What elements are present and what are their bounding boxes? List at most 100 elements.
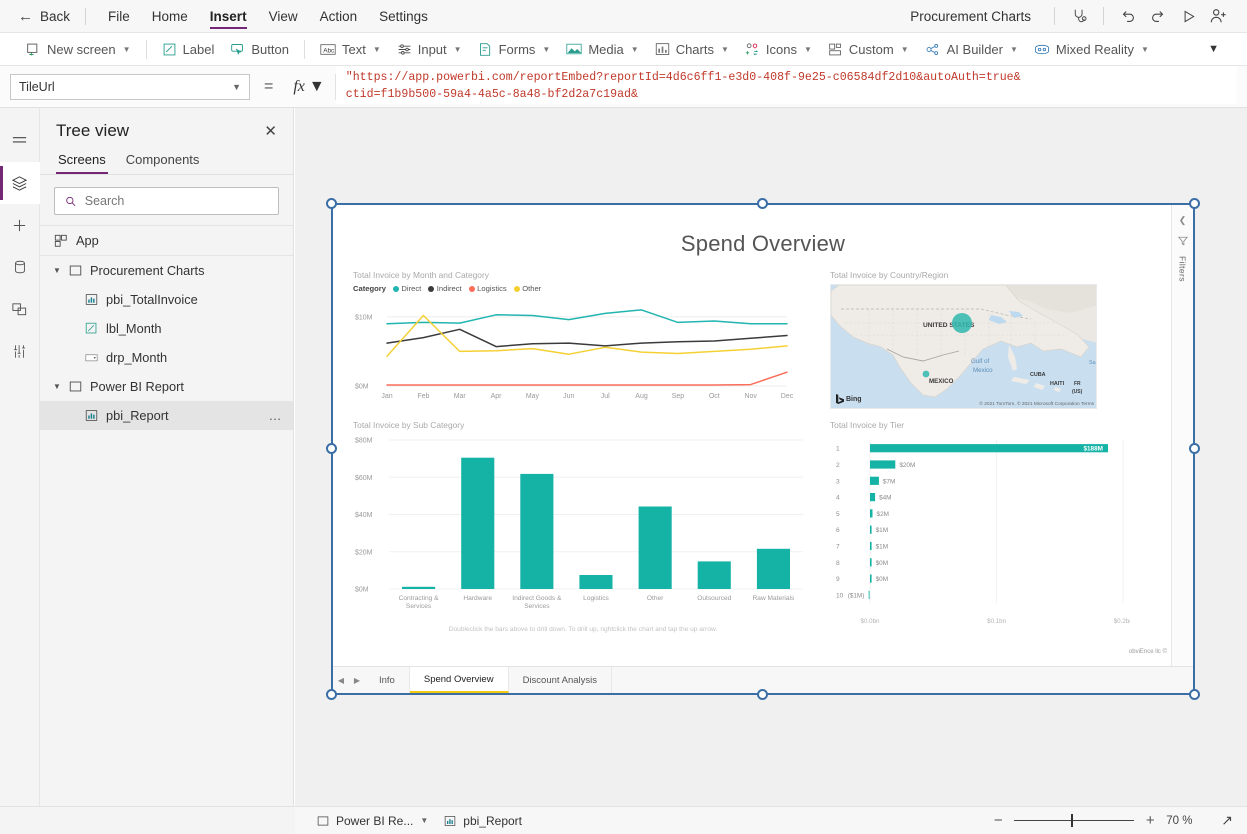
stethoscope-icon[interactable]: [1064, 3, 1094, 29]
search-box[interactable]: [54, 187, 279, 215]
ribbon-charts[interactable]: Charts ▼: [647, 39, 737, 60]
ribbon-label[interactable]: Label: [154, 39, 223, 60]
legend-item-logistics[interactable]: Logistics: [469, 284, 507, 293]
share-user-icon[interactable]: [1203, 3, 1233, 29]
ribbon-overflow-chevron-icon[interactable]: ▼: [1198, 40, 1229, 58]
tree-view-title: Tree view: [56, 121, 129, 141]
hamburger-menu-icon[interactable]: [0, 120, 40, 162]
chevron-down-icon[interactable]: ▼: [50, 382, 64, 391]
page-prev-icon[interactable]: ◀: [333, 667, 349, 693]
visual-total-invoice-by-tier[interactable]: Total Invoice by Tier $0.0bn$0.1bn$0.2bn…: [830, 420, 1130, 628]
zoom-in-button[interactable]: +: [1143, 813, 1157, 828]
svg-text:Logistics: Logistics: [583, 595, 609, 602]
menu-item-action[interactable]: Action: [309, 3, 369, 30]
ribbon-text[interactable]: Abc Text ▼: [312, 39, 389, 60]
status-screen-selector[interactable]: Power BI Re... ▼: [309, 811, 436, 831]
fx-label: fx: [293, 78, 305, 96]
search-input[interactable]: [85, 194, 268, 208]
resize-handle-bottom-left[interactable]: [326, 689, 337, 700]
ribbon-media-label: Media: [588, 42, 623, 57]
ribbon-custom[interactable]: Custom ▼: [820, 39, 917, 60]
svg-text:Other: Other: [647, 595, 664, 602]
ribbon-ai-builder[interactable]: AI Builder ▼: [917, 39, 1026, 60]
menubar-divider-2: [1103, 7, 1104, 25]
play-preview-icon[interactable]: [1173, 3, 1203, 29]
menu-item-file[interactable]: File: [97, 3, 141, 30]
report-tab-info[interactable]: Info: [365, 667, 410, 693]
ribbon-forms[interactable]: Forms ▼: [470, 39, 559, 60]
resize-handle-bottom-right[interactable]: [1189, 689, 1200, 700]
insert-icon[interactable]: [0, 204, 40, 246]
back-button[interactable]: ← Back: [14, 6, 74, 27]
report-tab-discount-analysis[interactable]: Discount Analysis: [509, 667, 612, 693]
legend-label: Logistics: [477, 284, 507, 293]
ribbon-icons[interactable]: Icons ▼: [737, 39, 820, 60]
legend-item-indirect[interactable]: Indirect: [428, 284, 461, 293]
formula-input[interactable]: "https://app.powerbi.com/reportEmbed?rep…: [336, 66, 1237, 104]
fit-to-screen-icon[interactable]: ↗: [1217, 812, 1233, 829]
chevron-down-icon: ▼: [804, 45, 812, 54]
resize-handle-middle-right[interactable]: [1189, 443, 1200, 454]
page-next-icon[interactable]: ▶: [349, 667, 365, 693]
insert-ribbon: New screen ▼ Label Button Abc Text ▼: [0, 33, 1247, 66]
svg-text:10: 10: [836, 592, 844, 599]
chevron-down-icon: ▼: [1141, 45, 1149, 54]
menu-item-view[interactable]: View: [258, 3, 309, 30]
visual-total-invoice-by-sub-category[interactable]: Total Invoice by Sub Category $0M$20M$40…: [353, 420, 813, 632]
pbi-report-control-selection[interactable]: Spend Overview Total Invoice by Month an…: [331, 203, 1195, 695]
resize-handle-top-right[interactable]: [1189, 198, 1200, 209]
filters-label: Filters: [1178, 256, 1188, 282]
tab-components[interactable]: Components: [124, 147, 202, 174]
tree-view-tabs: Screens Components: [40, 147, 293, 175]
ribbon-media[interactable]: Media ▼: [558, 39, 646, 60]
tree-item-pbi-totalinvoice[interactable]: pbi_TotalInvoice: [40, 285, 293, 314]
svg-text:$1M: $1M: [876, 543, 888, 550]
status-control-name[interactable]: pbi_Report: [436, 811, 530, 831]
tree-item-drp-month[interactable]: drp_Month: [40, 343, 293, 372]
legend-title: Category: [353, 284, 386, 293]
ribbon-new-screen[interactable]: New screen ▼: [18, 39, 139, 60]
ribbon-button[interactable]: Button: [222, 39, 297, 60]
zoom-slider[interactable]: [1014, 814, 1134, 828]
tree-item-pbi-report[interactable]: pbi_Report …: [40, 401, 293, 430]
property-selector[interactable]: TileUrl ▼: [10, 74, 250, 100]
tree-item-app[interactable]: App: [40, 226, 293, 255]
media-icon[interactable]: [0, 288, 40, 330]
tree-item-screen-power-bi-report[interactable]: ▼ Power BI Report: [40, 372, 293, 401]
resize-handle-top-left[interactable]: [326, 198, 337, 209]
tree-item-overflow-icon[interactable]: …: [269, 408, 284, 423]
tab-screens[interactable]: Screens: [56, 147, 108, 174]
report-tab-spend-overview[interactable]: Spend Overview: [410, 667, 509, 693]
powerbi-tile-icon: [444, 815, 456, 827]
resize-handle-bottom-center[interactable]: [757, 689, 768, 700]
svg-text:Indirect Goods &: Indirect Goods &: [512, 595, 562, 602]
tree-item-screen-procurement-charts[interactable]: ▼ Procurement Charts: [40, 256, 293, 285]
fx-button[interactable]: fx ▼: [287, 74, 335, 100]
menu-item-home[interactable]: Home: [141, 3, 199, 30]
map-canvas[interactable]: UNITED STATES MEXICO CUBA HAITI FR (US) …: [830, 284, 1097, 409]
visual-title: Total Invoice by Tier: [830, 420, 1130, 430]
undo-icon[interactable]: [1113, 3, 1143, 29]
menu-item-insert[interactable]: Insert: [199, 3, 258, 30]
ribbon-input[interactable]: Input ▼: [389, 39, 470, 60]
chevron-left-icon[interactable]: ❮: [1179, 215, 1187, 226]
powerbi-report-embed[interactable]: Spend Overview Total Invoice by Month an…: [333, 205, 1193, 693]
close-icon[interactable]: ✕: [264, 124, 277, 139]
data-icon[interactable]: [0, 246, 40, 288]
tree-view-icon[interactable]: [0, 162, 40, 204]
tree-item-lbl-month[interactable]: lbl_Month: [40, 314, 293, 343]
menu-item-settings[interactable]: Settings: [368, 3, 439, 30]
redo-icon[interactable]: [1143, 3, 1173, 29]
visual-total-invoice-by-month-and-category[interactable]: Total Invoice by Month and Category Cate…: [353, 270, 793, 405]
resize-handle-top-center[interactable]: [757, 198, 768, 209]
legend-item-direct[interactable]: Direct: [393, 284, 421, 293]
legend-item-other[interactable]: Other: [514, 284, 542, 293]
zoom-slider-thumb[interactable]: [1071, 814, 1073, 827]
visual-total-invoice-by-country-region[interactable]: Total Invoice by Country/Region: [830, 270, 1098, 408]
resize-handle-middle-left[interactable]: [326, 443, 337, 454]
statusbar-left-filler: [0, 806, 295, 834]
ribbon-mixed-reality[interactable]: Mixed Reality ▼: [1026, 39, 1157, 60]
chevron-down-icon[interactable]: ▼: [50, 266, 64, 275]
zoom-out-button[interactable]: −: [991, 813, 1005, 828]
advanced-tools-icon[interactable]: [0, 330, 40, 372]
